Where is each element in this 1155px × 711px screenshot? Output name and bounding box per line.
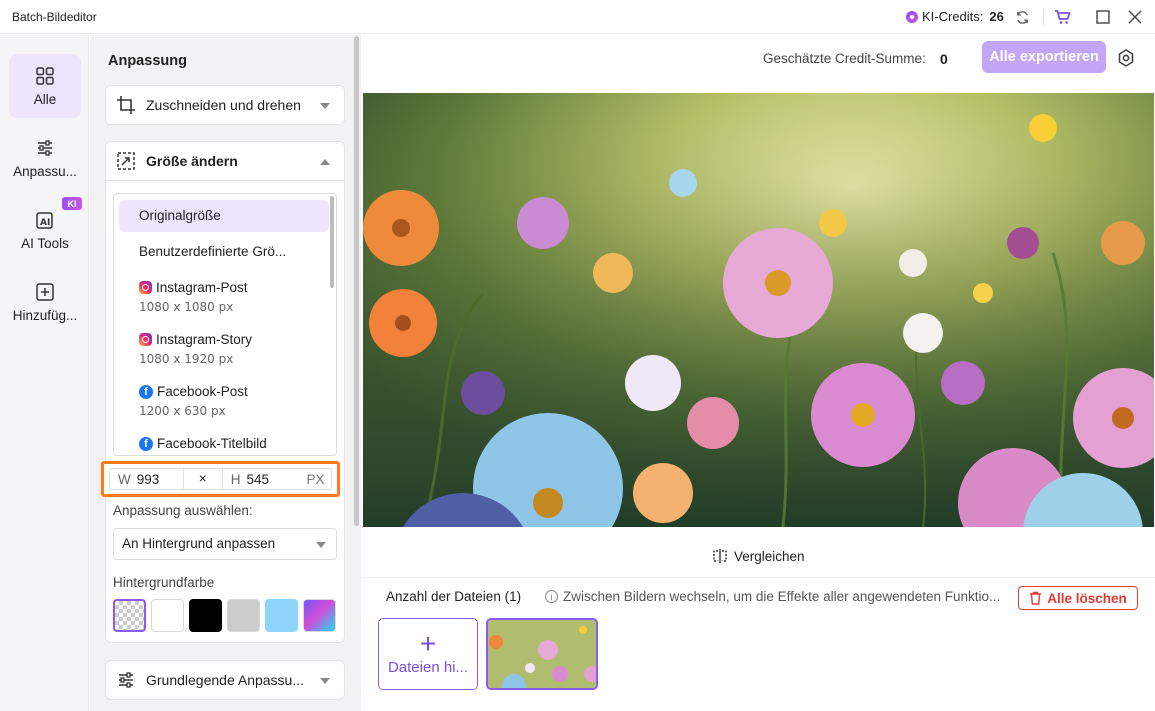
size-option-facebook-cover[interactable]: f Facebook-Titelbild [119, 436, 329, 451]
resize-section[interactable]: Größe ändern [105, 141, 345, 181]
size-option-instagram-story[interactable]: Instagram-Story 1080 x 1920 px [119, 332, 329, 366]
size-option-instagram-post[interactable]: Instagram-Post 1080 x 1080 px [119, 280, 329, 314]
nav-item-alle[interactable]: Alle [9, 54, 81, 118]
clear-all-button[interactable]: Alle löschen [1018, 586, 1138, 610]
plus-icon: + [419, 627, 437, 659]
divider [362, 577, 1155, 578]
left-nav: Alle Anpassu... AI AI Tools Hinzufüg... [0, 35, 89, 711]
times-sign: × [182, 468, 223, 490]
size-option-label: Instagram-Post [156, 280, 248, 295]
chevron-down-icon [320, 678, 330, 684]
swatch-black[interactable] [189, 599, 222, 632]
chevron-up-icon [320, 159, 330, 165]
plus-square-icon [36, 282, 54, 301]
credit-sum-value: 0 [940, 51, 948, 67]
size-option-dims: 1200 x 630 px [139, 404, 226, 418]
nav-item-label: Hinzufüg... [12, 307, 78, 323]
section-label: Grundlegende Anpassu... [146, 672, 305, 688]
credits-icon [906, 10, 918, 23]
sliders-icon [119, 672, 133, 688]
fit-select-value: An Hintergrund anpassen [122, 536, 276, 551]
fit-label: Anpassung auswählen: [113, 503, 253, 518]
maximize-icon[interactable] [1094, 8, 1112, 26]
instagram-icon [139, 333, 152, 346]
crop-icon [117, 96, 135, 114]
chevron-down-icon [320, 103, 330, 109]
panel-title: Anpassung [108, 53, 187, 69]
file-thumbnail[interactable] [486, 618, 598, 690]
swatch-transparent[interactable] [113, 599, 146, 632]
files-count: Anzahl der Dateien (1) [386, 589, 522, 604]
ai-icon: AI [36, 211, 53, 229]
app-title: Batch-Bildeditor [12, 10, 97, 24]
clear-all-label: Alle löschen [1047, 590, 1127, 606]
add-files-label: Dateien hi... [387, 658, 469, 676]
compare-icon [713, 549, 727, 563]
size-option-label: Benutzerdefinierte Grö... [139, 244, 287, 259]
ki-credits: KI-Credits: 26 [906, 9, 1004, 24]
facebook-icon: f [139, 384, 153, 399]
unit-label: PX [306, 471, 325, 487]
facebook-icon: f [139, 436, 153, 451]
swatch-white[interactable] [151, 599, 184, 632]
info-icon: i [545, 590, 558, 603]
size-list-scrollbar[interactable] [330, 196, 334, 288]
titlebar-separator [1043, 9, 1044, 25]
credit-sum-label: Geschätzte Credit-Summe: [763, 51, 926, 66]
nav-item-label: Alle [33, 91, 57, 107]
refresh-icon[interactable] [1013, 8, 1031, 26]
cart-icon[interactable] [1053, 8, 1071, 26]
nav-item-hinzufuegen[interactable]: Hinzufüg... [9, 270, 81, 334]
size-option-label: Originalgröße [139, 208, 221, 223]
credits-label: KI-Credits: [922, 9, 984, 24]
sliders-icon [38, 139, 52, 156]
size-option-original[interactable]: Originalgröße [119, 200, 329, 232]
resize-icon [117, 152, 135, 170]
export-all-button[interactable]: Alle exportieren [982, 41, 1106, 73]
size-option-label: Facebook-Post [157, 384, 248, 399]
settings-gear-icon[interactable] [1116, 48, 1136, 68]
crop-rotate-section[interactable]: Zuschneiden und drehen [105, 85, 345, 125]
add-files-button[interactable]: + Dateien hi... [378, 618, 478, 690]
hint-label: Zwischen Bildern wechseln, um die Effekt… [563, 589, 1001, 604]
swatch-gradient[interactable] [303, 599, 336, 632]
preview-image [363, 93, 1154, 527]
size-option-dims: 1080 x 1920 px [139, 352, 234, 366]
compare-label: Vergleichen [734, 548, 805, 564]
size-option-label: Instagram-Story [156, 332, 253, 347]
chevron-down-icon [316, 542, 326, 548]
trash-icon [1030, 591, 1042, 605]
width-input[interactable]: 993 [137, 472, 183, 487]
swatch-light-blue[interactable] [265, 599, 298, 632]
svg-text:AI: AI [40, 218, 50, 228]
height-label: H [230, 471, 241, 487]
nav-item-label: Anpassu... [13, 163, 77, 179]
instagram-icon [139, 281, 152, 294]
dimensions-input-row: W 993 × H 545 PX [101, 461, 340, 497]
size-option-custom[interactable]: Benutzerdefinierte Grö... [119, 244, 329, 259]
size-preset-list: Originalgröße Benutzerdefinierte Grö... … [113, 193, 337, 456]
swatch-gray[interactable] [227, 599, 260, 632]
title-bar: Batch-Bildeditor KI-Credits: 26 [0, 0, 1155, 34]
close-icon[interactable] [1126, 8, 1144, 26]
section-label: Größe ändern [146, 153, 238, 169]
fit-select[interactable]: An Hintergrund anpassen [113, 528, 337, 560]
height-input[interactable]: 545 [247, 472, 293, 487]
hint-text: i Zwischen Bildern wechseln, um die Effe… [545, 589, 1000, 604]
grid-icon [36, 66, 54, 85]
panel-scrollbar[interactable] [354, 36, 359, 526]
nav-item-label: AI Tools [21, 235, 69, 251]
bg-color-label: Hintergrundfarbe [113, 575, 215, 590]
basic-adjust-section[interactable]: Grundlegende Anpassu... [105, 660, 345, 700]
credits-value: 26 [989, 9, 1004, 24]
ki-badge: KI [62, 197, 82, 210]
compare-button[interactable]: Vergleichen [712, 548, 805, 564]
size-option-facebook-post[interactable]: f Facebook-Post 1200 x 630 px [119, 384, 329, 418]
width-label: W [118, 471, 131, 487]
nav-item-anpassung[interactable]: Anpassu... [9, 126, 81, 190]
size-option-dims: 1080 x 1080 px [139, 300, 234, 314]
section-label: Zuschneiden und drehen [146, 97, 301, 113]
size-option-label: Facebook-Titelbild [157, 436, 267, 451]
